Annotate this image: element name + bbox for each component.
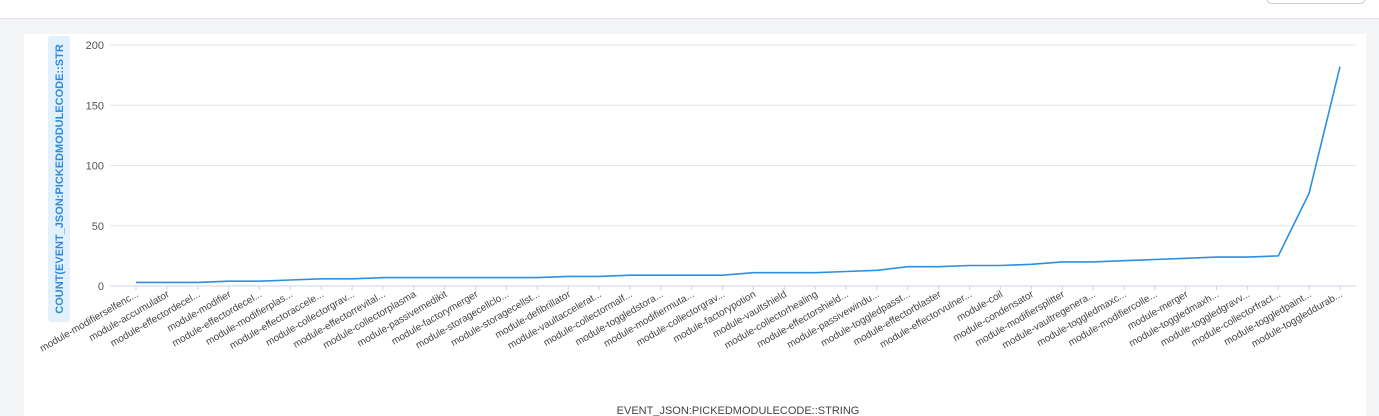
series-line	[136, 66, 1341, 284]
y-axis-ticks: 0 50 100 150 200	[86, 40, 104, 293]
x-axis-label: EVENT_JSON:PICKEDMODULECODE::STRING	[617, 405, 860, 416]
toolbar-button[interactable]	[1266, 0, 1366, 4]
y-axis-label: COUNT(EVENT_JSON:PICKEDMODULECODE::STR	[54, 44, 66, 314]
top-toolbar	[0, 0, 1379, 19]
chart-panel: 0 50 100 150 200 module-modifierselfenc... mo…	[24, 34, 1366, 416]
y-tick-label: 200	[86, 40, 104, 52]
x-axis-ticks: module-modifierselfenc...module-accumula…	[38, 286, 1345, 354]
y-tick-label: 0	[98, 281, 104, 293]
line-chart: 0 50 100 150 200 module-modifierselfenc...mo…	[38, 36, 1356, 416]
grid-lines	[110, 44, 1356, 287]
y-tick-label: 100	[86, 161, 104, 173]
y-tick-label: 50	[92, 221, 104, 233]
y-tick-label: 150	[86, 100, 104, 112]
